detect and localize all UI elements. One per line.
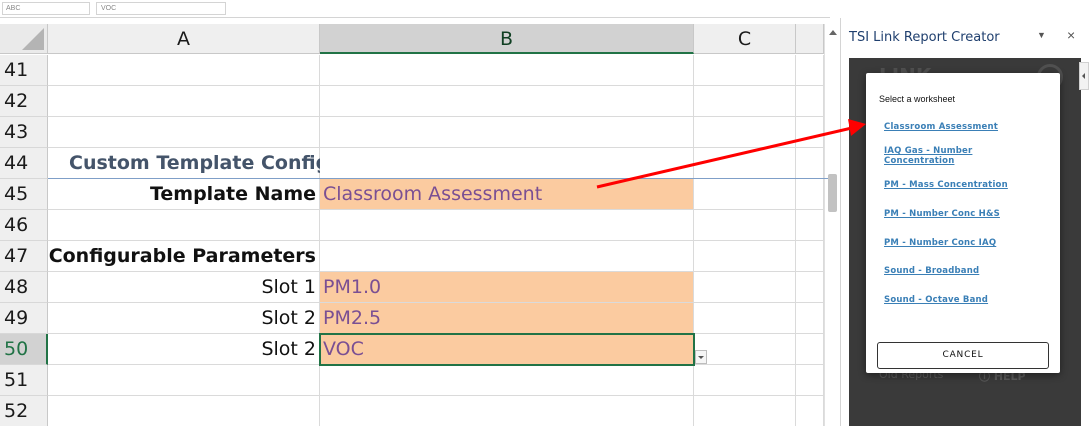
arrow-shaft [596,125,857,189]
arrow-head-icon [848,119,866,136]
annotation-arrow [596,119,866,189]
